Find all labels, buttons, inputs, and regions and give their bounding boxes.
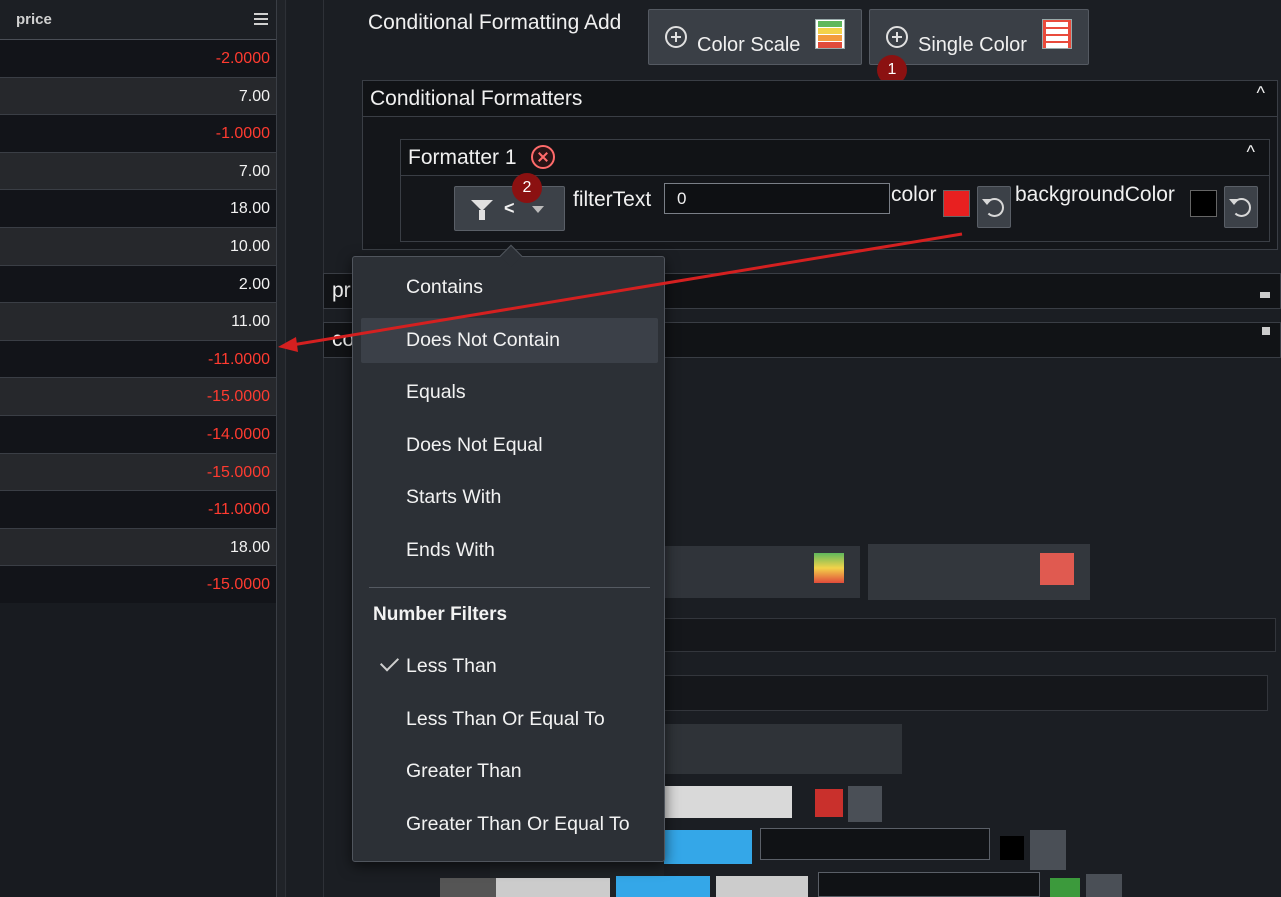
obscured-row — [664, 618, 1276, 652]
collapse-caret-icon[interactable]: ^ — [1257, 83, 1265, 104]
plus-circle-icon — [665, 26, 687, 48]
plus-circle-icon — [886, 26, 908, 48]
filter-operator-button[interactable]: < — [454, 186, 565, 231]
color-swatch[interactable] — [943, 190, 970, 217]
table-row[interactable]: -15.0000 — [0, 566, 276, 604]
obscured-swatch — [1050, 878, 1080, 897]
add-single-color-button[interactable]: Single Color — [869, 9, 1089, 65]
dropdown-item-starts-with[interactable]: Starts With — [361, 475, 658, 520]
background-color-swatch[interactable] — [1190, 190, 1217, 217]
table-row[interactable]: 2.00 — [0, 265, 276, 304]
dropdown-item-ends-with[interactable]: Ends With — [361, 528, 658, 573]
single-color-icon — [1042, 19, 1072, 49]
obscured-input — [760, 828, 990, 860]
table-row[interactable]: -1.0000 — [0, 115, 276, 153]
column-menu-icon[interactable] — [254, 13, 268, 25]
dropdown-separator — [369, 587, 650, 588]
collapsed-section-title: co — [332, 328, 355, 351]
add-color-scale-button[interactable]: Color Scale — [648, 9, 862, 65]
dropdown-item-less-than-or-equal[interactable]: Less Than Or Equal To — [361, 697, 658, 742]
obscured-swatch — [815, 789, 843, 817]
filter-operator-dropdown: Contains Does Not Contain Equals Does No… — [352, 244, 665, 862]
panel-divider — [323, 0, 324, 897]
filter-text-label: filterText — [573, 188, 652, 211]
dropdown-item-greater-than-or-equal[interactable]: Greater Than Or Equal To — [361, 802, 658, 847]
obscured-button — [664, 830, 752, 864]
background-color-label: backgroundColor — [1015, 183, 1175, 206]
filter-funnel-icon — [471, 200, 493, 220]
collapsed-section-title: pr — [332, 279, 351, 302]
table-row[interactable]: 18.00 — [0, 190, 276, 228]
price-column-header[interactable]: price — [0, 0, 276, 40]
remove-formatter-icon[interactable] — [531, 145, 555, 169]
obscured-button — [1086, 874, 1122, 897]
operator-symbol: < — [504, 198, 515, 218]
filter-text-input[interactable] — [664, 183, 890, 214]
dropdown-item-less-than[interactable]: Less Than — [361, 644, 658, 689]
obscured-select — [664, 724, 902, 774]
table-row[interactable]: -11.0000 — [0, 491, 276, 529]
table-row[interactable]: 7.00 — [0, 77, 276, 116]
step-badge-2: 2 — [512, 173, 542, 203]
table-row[interactable]: 10.00 — [0, 227, 276, 266]
color-reset-button[interactable] — [977, 186, 1011, 228]
color-label: color — [891, 183, 937, 206]
obscured-input — [818, 872, 1040, 897]
conditional-formatters-title: Conditional Formatters — [370, 87, 583, 110]
splitter[interactable] — [277, 0, 286, 897]
obscured-button — [496, 878, 610, 897]
grid-body: -2.0000 7.00 -1.0000 7.00 18.00 10.00 2.00 11.0… — [0, 40, 276, 604]
table-row[interactable]: -11.0000 — [0, 340, 276, 379]
single-color-label: Single Color — [918, 34, 1027, 56]
grid-empty-area — [0, 603, 276, 897]
chevron-down-icon — [532, 206, 544, 213]
check-icon — [379, 652, 400, 672]
obscured-icon — [814, 553, 844, 583]
table-row[interactable]: 7.00 — [0, 152, 276, 191]
number-filters-heading: Number Filters — [373, 604, 508, 625]
conditional-formatting-add-title: Conditional Formatting Add — [368, 11, 622, 34]
table-row[interactable]: -15.0000 — [0, 378, 276, 416]
collapse-caret-icon[interactable]: ^ — [1247, 142, 1255, 163]
obscured-input — [664, 786, 792, 818]
dropdown-item-contains[interactable]: Contains — [361, 265, 658, 310]
reset-icon — [982, 198, 1004, 217]
background-color-reset-button[interactable] — [1224, 186, 1258, 228]
table-row[interactable]: -2.0000 — [0, 40, 276, 78]
dropdown-item-label: Less Than — [406, 655, 497, 677]
obscured-swatch — [1000, 836, 1024, 860]
obscured-button — [616, 876, 710, 897]
obscured-icon — [1040, 553, 1074, 585]
obscured-button — [716, 876, 808, 897]
reset-icon — [1229, 198, 1251, 217]
dropdown-item-does-not-equal[interactable]: Does Not Equal — [361, 423, 658, 468]
obscured-caret — [1260, 292, 1270, 298]
dropdown-item-equals[interactable]: Equals — [361, 370, 658, 415]
obscured-button — [1030, 830, 1066, 870]
formatter-1-title: Formatter 1 — [408, 146, 517, 169]
table-row[interactable]: 18.00 — [0, 528, 276, 567]
color-scale-icon — [815, 19, 845, 49]
price-header-label: price — [16, 11, 52, 28]
obscured-row — [664, 675, 1268, 711]
dropdown-item-does-not-contain[interactable]: Does Not Contain — [361, 318, 658, 363]
dropdown-item-greater-than[interactable]: Greater Than — [361, 749, 658, 794]
obscured-button — [848, 786, 882, 822]
table-row[interactable]: 11.00 — [0, 303, 276, 341]
table-row[interactable]: -15.0000 — [0, 453, 276, 492]
obscured-button — [440, 878, 500, 897]
table-row[interactable]: -14.0000 — [0, 415, 276, 454]
conditional-formatters-header[interactable]: Conditional Formatters ^ — [363, 81, 1277, 117]
obscured-caret — [1262, 327, 1270, 335]
color-scale-label: Color Scale — [697, 34, 801, 56]
